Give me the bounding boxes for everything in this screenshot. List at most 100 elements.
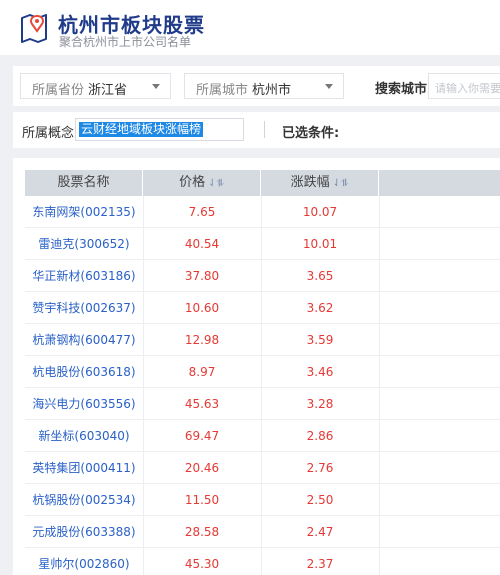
table-row: 杭电股份(603618) 8.97 3.46 (25, 356, 500, 388)
column-divider (379, 196, 380, 228)
stock-name-link[interactable]: 杭电股份(603618) (25, 356, 143, 388)
column-header-price[interactable]: 价格 ⇃⥮ (143, 170, 261, 196)
price-cell: 40.54 (184, 237, 220, 251)
stock-name-link[interactable]: 元成股份(603388) (25, 516, 143, 548)
table-row: 华正新材(603186) 37.80 3.65 (25, 260, 500, 292)
chevron-down-icon (325, 84, 333, 89)
change-cell: 3.28 (306, 397, 334, 411)
column-divider (261, 324, 262, 356)
column-divider (143, 228, 144, 260)
stock-name-link[interactable]: 英特集团(000411) (25, 452, 143, 484)
change-cell: 10.07 (302, 205, 338, 219)
search-city-input[interactable]: 请输入你需要搜索 (428, 73, 500, 99)
column-divider (261, 292, 262, 324)
chevron-down-icon (152, 84, 160, 89)
column-divider (261, 228, 262, 260)
column-header-name: 股票名称 (25, 170, 143, 196)
change-cell: 2.37 (306, 557, 334, 571)
concept-input[interactable]: 云财经地域板块涨幅榜 (75, 118, 244, 141)
column-divider (379, 228, 380, 260)
table-row: 英特集团(000411) 20.46 2.76 (25, 452, 500, 484)
price-cell: 37.80 (184, 269, 220, 283)
table-row: 东南网架(002135) 7.65 10.07 (25, 196, 500, 228)
column-divider (261, 356, 262, 388)
change-cell: 3.65 (306, 269, 334, 283)
column-divider (379, 548, 380, 575)
change-cell: 10.01 (302, 237, 338, 251)
table-row: 元成股份(603388) 28.58 2.47 (25, 516, 500, 548)
column-divider (379, 292, 380, 324)
price-cell: 10.60 (184, 301, 220, 315)
column-divider (143, 548, 144, 575)
city-select[interactable]: 所属城市 杭州市 (184, 73, 344, 99)
column-divider (143, 260, 144, 292)
table-header: 股票名称 价格 ⇃⥮ 涨跌幅 ⇃⥮ (25, 170, 500, 196)
price-cell: 20.46 (184, 461, 220, 475)
stock-name-link[interactable]: 东南网架(002135) (25, 196, 143, 228)
concept-value: 云财经地域板块涨幅榜 (79, 122, 204, 137)
column-divider (261, 388, 262, 420)
province-select[interactable]: 所属省份 浙江省 (20, 73, 171, 99)
change-cell: 2.47 (306, 525, 334, 539)
change-cell: 2.76 (306, 461, 334, 475)
column-divider (379, 324, 380, 356)
column-divider (261, 452, 262, 484)
column-divider (379, 388, 380, 420)
column-header-change[interactable]: 涨跌幅 ⇃⥮ (261, 170, 379, 196)
stock-name-link[interactable]: 杭锅股份(002534) (25, 484, 143, 516)
column-divider (379, 356, 380, 388)
column-divider (379, 420, 380, 452)
column-divider (143, 388, 144, 420)
province-label: 所属省份 (32, 83, 85, 98)
column-divider (261, 260, 262, 292)
table-row: 雷迪克(300652) 40.54 10.01 (25, 228, 500, 260)
stock-name-link[interactable]: 赞宇科技(002637) (25, 292, 143, 324)
sort-icon[interactable]: ⇃⥮ (333, 178, 349, 189)
column-divider (379, 260, 380, 292)
column-divider (143, 196, 144, 228)
concept-label: 所属概念 (22, 126, 75, 141)
change-cell: 2.86 (306, 429, 334, 443)
column-divider (261, 484, 262, 516)
price-cell: 69.47 (184, 429, 220, 443)
stock-name-link[interactable]: 杭萧钢构(600477) (25, 324, 143, 356)
concept-filter-bar: 所属概念 云财经地域板块涨幅榜 已选条件: (13, 112, 500, 148)
stock-table: 股票名称 价格 ⇃⥮ 涨跌幅 ⇃⥮ 东南网架(002135) 7.65 10.07 雷迪克… (13, 158, 500, 575)
price-cell: 11.50 (184, 493, 220, 507)
change-cell: 2.50 (306, 493, 334, 507)
stock-name-link[interactable]: 新坐标(603040) (25, 420, 143, 452)
table-row: 杭锅股份(002534) 11.50 2.50 (25, 484, 500, 516)
column-divider (143, 324, 144, 356)
page-header: 杭州市板块股票 聚合杭州市上市公司名单 (0, 0, 500, 55)
change-cell: 3.59 (306, 333, 334, 347)
table-body: 东南网架(002135) 7.65 10.07 雷迪克(300652) 40.54 10.… (25, 196, 500, 575)
sort-icon[interactable]: ⇃⥮ (208, 178, 224, 189)
price-cell: 8.97 (188, 365, 216, 379)
column-divider (143, 452, 144, 484)
city-label: 所属城市 (196, 83, 249, 98)
column-divider (143, 420, 144, 452)
column-divider (261, 516, 262, 548)
price-cell: 7.65 (188, 205, 216, 219)
stock-name-link[interactable]: 雷迪克(300652) (25, 228, 143, 260)
table-row: 杭萧钢构(600477) 12.98 3.59 (25, 324, 500, 356)
table-row: 海兴电力(603556) 45.63 3.28 (25, 388, 500, 420)
price-cell: 28.58 (184, 525, 220, 539)
province-value: 浙江省 (88, 83, 128, 98)
column-divider (379, 516, 380, 548)
column-divider (143, 292, 144, 324)
location-filter-bar: 所属省份 浙江省 所属城市 杭州市 搜索城市 请输入你需要搜索 (13, 66, 500, 106)
table-row: 新坐标(603040) 69.47 2.86 (25, 420, 500, 452)
map-pin-icon (18, 10, 50, 44)
price-cell: 45.30 (184, 557, 220, 571)
change-cell: 3.62 (306, 301, 334, 315)
stock-name-link[interactable]: 海兴电力(603556) (25, 388, 143, 420)
table-row: 星帅尔(002860) 45.30 2.37 (25, 548, 500, 575)
price-cell: 12.98 (184, 333, 220, 347)
column-divider (261, 420, 262, 452)
stock-name-link[interactable]: 星帅尔(002860) (25, 548, 143, 575)
price-cell: 45.63 (184, 397, 220, 411)
column-divider (379, 452, 380, 484)
city-value: 杭州市 (252, 83, 292, 98)
stock-name-link[interactable]: 华正新材(603186) (25, 260, 143, 292)
